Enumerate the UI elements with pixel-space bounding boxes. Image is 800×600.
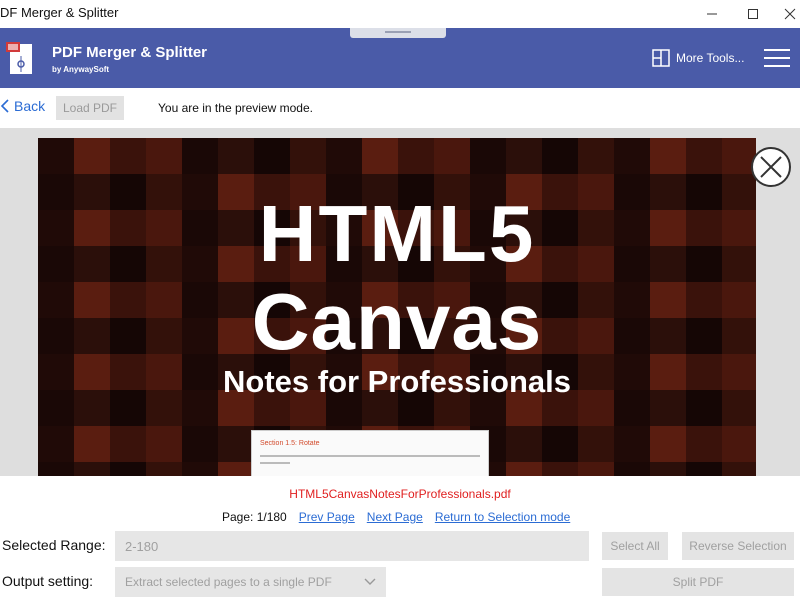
inner-page-heading: Section 1.5: Rotate <box>260 440 320 447</box>
pdf-document-icon <box>6 42 32 74</box>
window-close-icon <box>784 8 796 20</box>
prev-page-link[interactable]: Prev Page <box>299 510 355 524</box>
close-preview-button[interactable] <box>751 147 791 187</box>
load-pdf-button[interactable]: Load PDF <box>56 96 124 120</box>
output-setting-label: Output setting: <box>2 573 94 589</box>
next-page-link[interactable]: Next Page <box>367 510 423 524</box>
hamburger-menu-icon[interactable] <box>764 48 790 68</box>
chevron-left-icon <box>0 99 9 113</box>
chevron-down-icon <box>364 578 376 585</box>
drag-grip[interactable] <box>350 28 446 38</box>
output-setting-value: Extract selected pages to a single PDF <box>125 575 332 589</box>
selected-range-input[interactable] <box>115 531 589 561</box>
maximize-icon <box>748 9 758 19</box>
minimize-button[interactable] <box>690 0 734 28</box>
cover-title-line2: Canvas <box>251 277 543 366</box>
preview-area: HTML5 Canvas Notes for Professionals Sec… <box>0 128 800 476</box>
return-selection-link[interactable]: Return to Selection mode <box>435 510 570 524</box>
app-subtitle: by AnywaySoft <box>52 65 110 74</box>
window-titlebar: DF Merger & Splitter <box>0 0 800 28</box>
reverse-selection-button[interactable]: Reverse Selection <box>682 532 794 560</box>
inner-page-thumbnail: Section 1.5: Rotate <box>251 430 489 476</box>
close-icon <box>760 156 782 178</box>
back-button[interactable]: Back <box>0 98 45 114</box>
split-pdf-button[interactable]: Split PDF <box>602 568 794 596</box>
preview-mode-text: You are in the preview mode. <box>158 101 313 115</box>
output-setting-dropdown[interactable]: Extract selected pages to a single PDF <box>115 567 386 597</box>
selected-range-label: Selected Range: <box>2 537 106 553</box>
grid-tools-icon <box>652 49 670 67</box>
app-name: PDF Merger & Splitter <box>52 44 208 61</box>
inner-text-line <box>260 455 480 457</box>
toolbar: Back Load PDF You are in the preview mod… <box>0 88 800 128</box>
window-close-button[interactable] <box>768 0 800 28</box>
page-indicator: Page: 1/180 <box>222 510 287 524</box>
cover-title-line3: Notes for Professionals <box>223 364 571 399</box>
page-navigation: Page: 1/180 Prev Page Next Page Return t… <box>222 510 570 524</box>
inner-text-line <box>260 462 290 464</box>
minimize-icon <box>707 13 717 15</box>
window-title: DF Merger & Splitter <box>0 5 119 20</box>
more-tools-label: More Tools... <box>676 51 745 65</box>
pdf-page-preview: HTML5 Canvas Notes for Professionals Sec… <box>38 138 756 476</box>
pdf-filename: HTML5CanvasNotesForProfessionals.pdf <box>289 487 511 501</box>
select-all-button[interactable]: Select All <box>602 532 668 560</box>
back-label: Back <box>14 98 46 114</box>
more-tools-button[interactable]: More Tools... <box>652 48 744 68</box>
cover-title-line1: HTML5 <box>258 189 536 278</box>
